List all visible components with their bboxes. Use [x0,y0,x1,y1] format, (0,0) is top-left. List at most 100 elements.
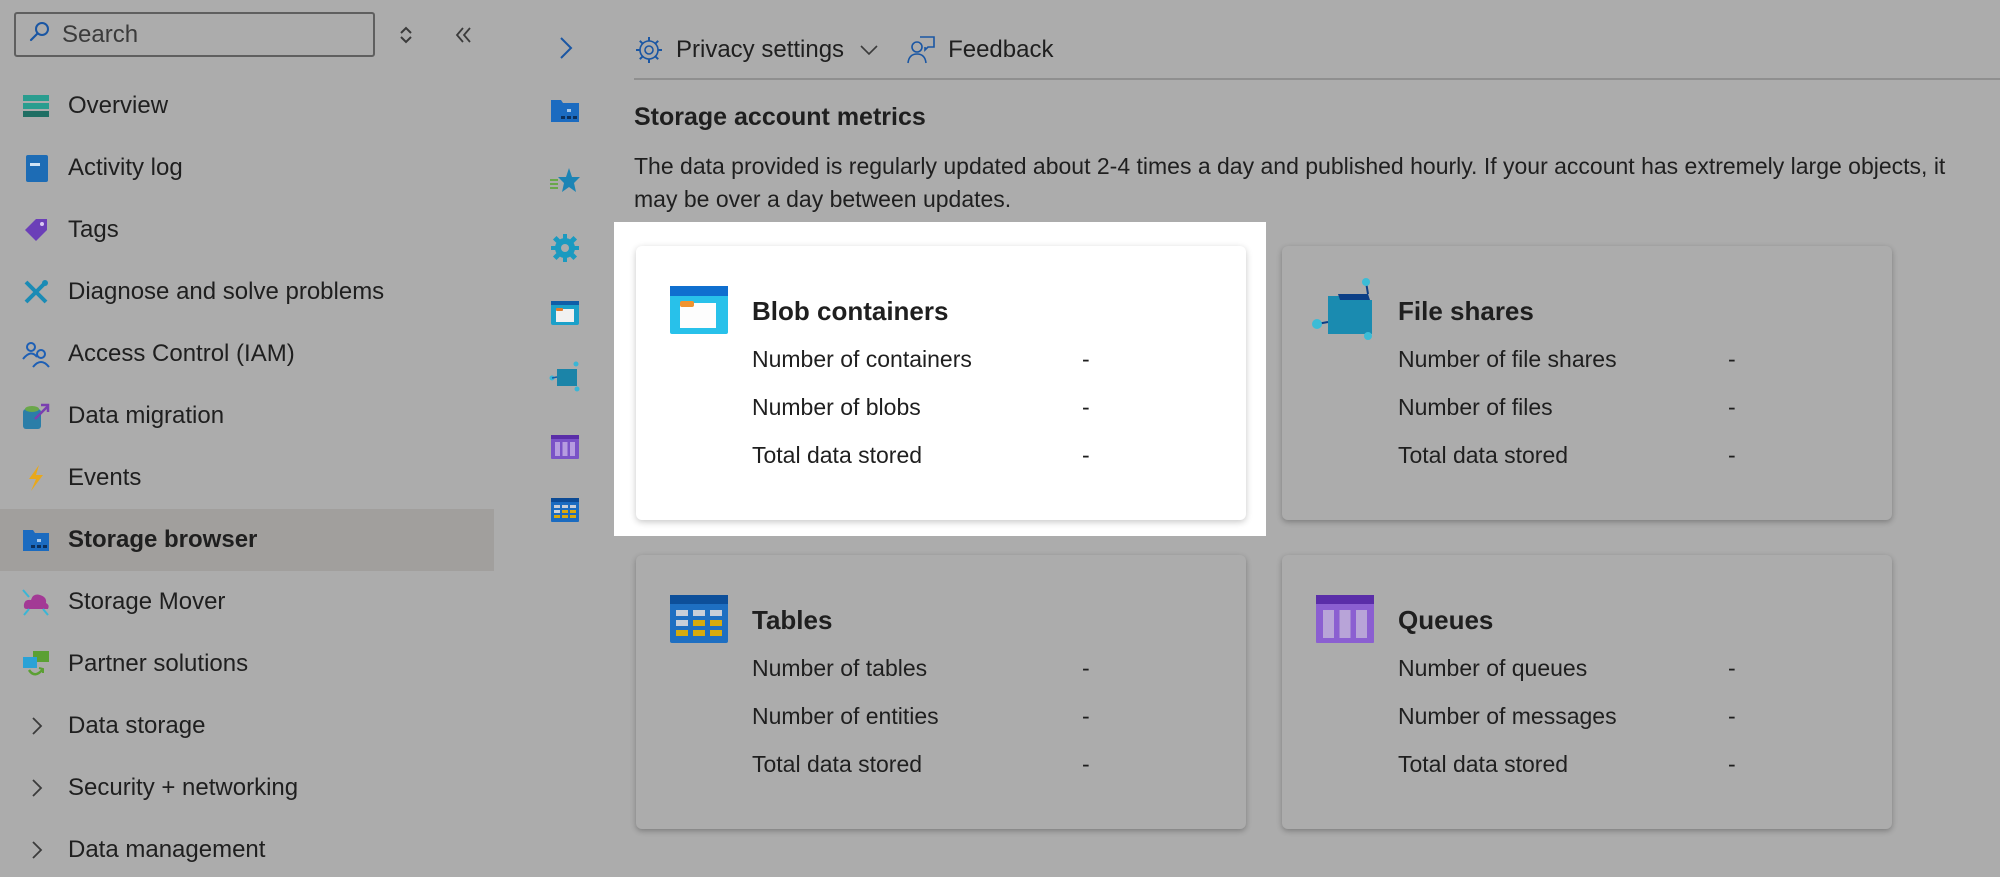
nav-item-label: Access Control (IAM) [68,340,295,367]
metric-row: Number of files - [1398,394,1798,421]
nav-group-security-networking[interactable]: Security + networking [0,757,494,819]
metric-value: - [1082,442,1090,468]
wrench-icon [20,276,52,308]
toolbar-divider [634,78,2000,80]
people-icon [20,338,52,370]
metric-label: Total data stored [752,442,923,468]
nav-item-overview[interactable]: Overview [0,75,494,137]
metric-label: Number of tables [752,655,928,681]
privacy-settings-label: Privacy settings [676,36,845,63]
metric-label: Number of containers [752,346,972,372]
nav-item-label: Data storage [68,712,206,739]
nav-item-events[interactable]: Events [0,447,494,509]
metric-label: Number of blobs [752,394,921,420]
feedback-label: Feedback [948,36,1054,63]
metric-value: - [1082,394,1090,420]
metric-value: - [1728,442,1736,468]
storage-browser-icon [20,524,52,556]
metric-label: Number of messages [1398,703,1617,729]
chevron-right-icon [20,772,52,804]
file-share-icon [549,361,580,392]
strip-settings[interactable] [540,228,590,268]
nav-item-label: Security + networking [68,774,299,801]
metric-value: - [1728,751,1736,777]
nav-list: Overview Activity log Tags Diagnose and … [0,75,494,877]
nav-item-label: Storage browser [68,526,258,553]
toolbar: Privacy settings Feedback [634,26,1079,74]
nav-item-label: Data management [68,836,266,863]
overview-icon [20,90,52,122]
card-title: File shares [1398,296,1534,326]
nav-item-label: Data migration [68,402,225,429]
metric-label: Number of queues [1398,655,1588,681]
partner-icon [20,648,52,680]
activity-log-icon [20,152,52,184]
nav-item-label: Partner solutions [68,650,249,677]
storage-browser-icon [551,100,579,122]
nav-item-label: Storage Mover [68,588,226,615]
metric-row: Total data stored - [752,442,1152,469]
metric-value: - [1728,703,1736,729]
chevron-right-icon [560,37,573,59]
strip-blob-containers[interactable] [540,293,590,333]
metric-row: Total data stored - [1398,442,1798,469]
metric-label: Number of files [1398,394,1553,420]
nav-item-activity-log[interactable]: Activity log [0,137,494,199]
section-description: The data provided is regularly updated a… [634,153,1946,212]
feedback-icon [907,36,935,64]
table-icon [551,498,579,522]
nav-group-data-storage[interactable]: Data storage [0,695,494,757]
nav-item-label: Overview [68,92,169,119]
file-share-icon [1312,278,1372,340]
metric-label: Total data stored [752,751,923,777]
metric-row: Total data stored - [1398,751,1798,778]
search-box[interactable] [14,12,375,57]
nav-item-iam[interactable]: Access Control (IAM) [0,323,494,385]
table-icon [670,595,728,643]
gear-icon [636,37,662,63]
privacy-settings-button[interactable]: Privacy settings [634,35,880,65]
nav-item-storage-browser[interactable]: Storage browser [0,509,494,571]
storage-browser-icon-strip [540,0,590,877]
search-input[interactable] [62,20,362,49]
expand-collapse-button[interactable] [391,20,421,50]
nav-group-data-management[interactable]: Data management [0,819,494,877]
section-title: Storage account metrics [634,103,926,131]
nav-item-partner-solutions[interactable]: Partner solutions [0,633,494,695]
blob-container-icon [670,286,728,334]
metric-value: - [1082,346,1090,372]
metric-label: Number of file shares [1398,346,1617,372]
blob-containers-card[interactable]: Blob containers Number of containers - Nu… [636,246,1246,520]
nav-item-storage-mover[interactable]: Storage Mover [0,571,494,633]
main-content: Privacy settings Feedback Storage accoun… [634,0,2000,877]
nav-item-data-migration[interactable]: Data migration [0,385,494,447]
metric-row: Number of file shares - [1398,346,1798,373]
metric-row: Total data stored - [752,751,1152,778]
card-title: Queues [1398,605,1494,635]
file-shares-card[interactable]: File shares Number of file shares - Numbe… [1282,246,1892,520]
search-icon [28,20,52,49]
nav-item-tags[interactable]: Tags [0,199,494,261]
gear-icon [551,234,579,262]
strip-queues[interactable] [540,427,590,467]
updown-icon [400,26,412,44]
collapse-menu-button[interactable] [449,20,479,50]
feedback-button[interactable]: Feedback [906,35,1053,65]
queues-card[interactable]: Queues Number of queues - Number of messa… [1282,555,1892,829]
strip-favorites[interactable] [540,160,590,200]
metric-row: Number of tables - [752,655,1152,682]
strip-storage-browser[interactable] [540,90,590,130]
strip-file-shares[interactable] [540,356,590,396]
favorites-star-icon [550,168,580,192]
tables-card[interactable]: Tables Number of tables - Number of entit… [636,555,1246,829]
metric-value: - [1082,655,1090,681]
chevron-right-icon [20,834,52,866]
tag-icon [20,214,52,246]
metric-row: Number of entities - [752,703,1152,730]
nav-item-diagnose[interactable]: Diagnose and solve problems [0,261,494,323]
metric-row: Number of blobs - [752,394,1152,421]
expand-pane-button[interactable] [540,28,590,68]
nav-item-label: Events [68,464,142,491]
strip-tables[interactable] [540,490,590,530]
metric-label: Number of entities [752,703,939,729]
